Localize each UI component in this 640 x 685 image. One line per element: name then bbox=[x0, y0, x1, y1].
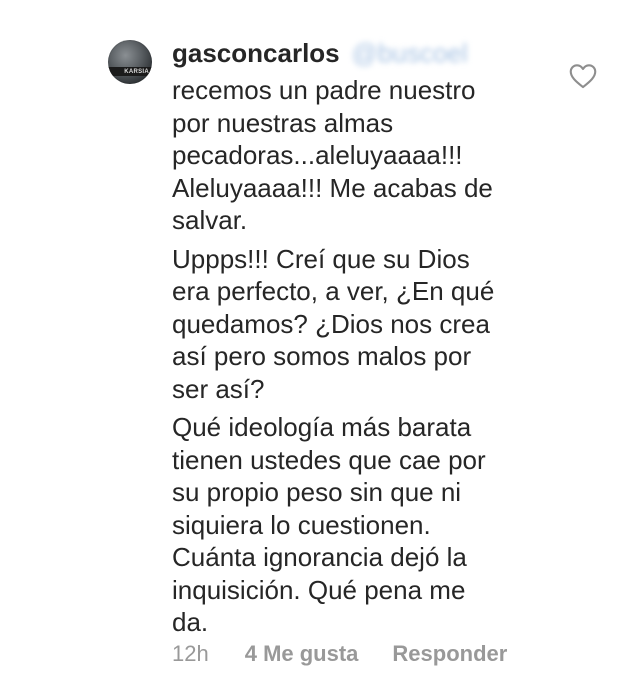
avatar-text: KARSIA bbox=[124, 69, 149, 75]
comment: KARSIA gasconcarlos @buscoel recemos un … bbox=[0, 0, 640, 685]
comment-header: gasconcarlos @buscoel bbox=[172, 38, 572, 74]
comment-paragraph-1: recemos un padre nuestro por nuestras al… bbox=[172, 75, 493, 235]
mention-link[interactable]: @buscoel bbox=[352, 38, 468, 69]
likes-count-link[interactable]: 4 Me gusta bbox=[245, 641, 359, 667]
reply-button[interactable]: Responder bbox=[392, 641, 507, 667]
username-link[interactable]: gasconcarlos bbox=[172, 38, 340, 69]
comment-paragraph-3: Qué ideología más barata tienen ustedes … bbox=[172, 412, 486, 637]
comment-paragraph-2: Uppps!!! Creí que su Dios era perfecto, … bbox=[172, 243, 495, 404]
comment-timestamp: 12h bbox=[172, 641, 209, 666]
avatar[interactable]: KARSIA bbox=[108, 40, 152, 84]
comment-body: gasconcarlos @buscoel recemos un padre n… bbox=[172, 38, 572, 645]
comment-meta: 12h 4 Me gusta Responder bbox=[172, 641, 507, 667]
heart-outline-icon[interactable] bbox=[569, 63, 597, 89]
